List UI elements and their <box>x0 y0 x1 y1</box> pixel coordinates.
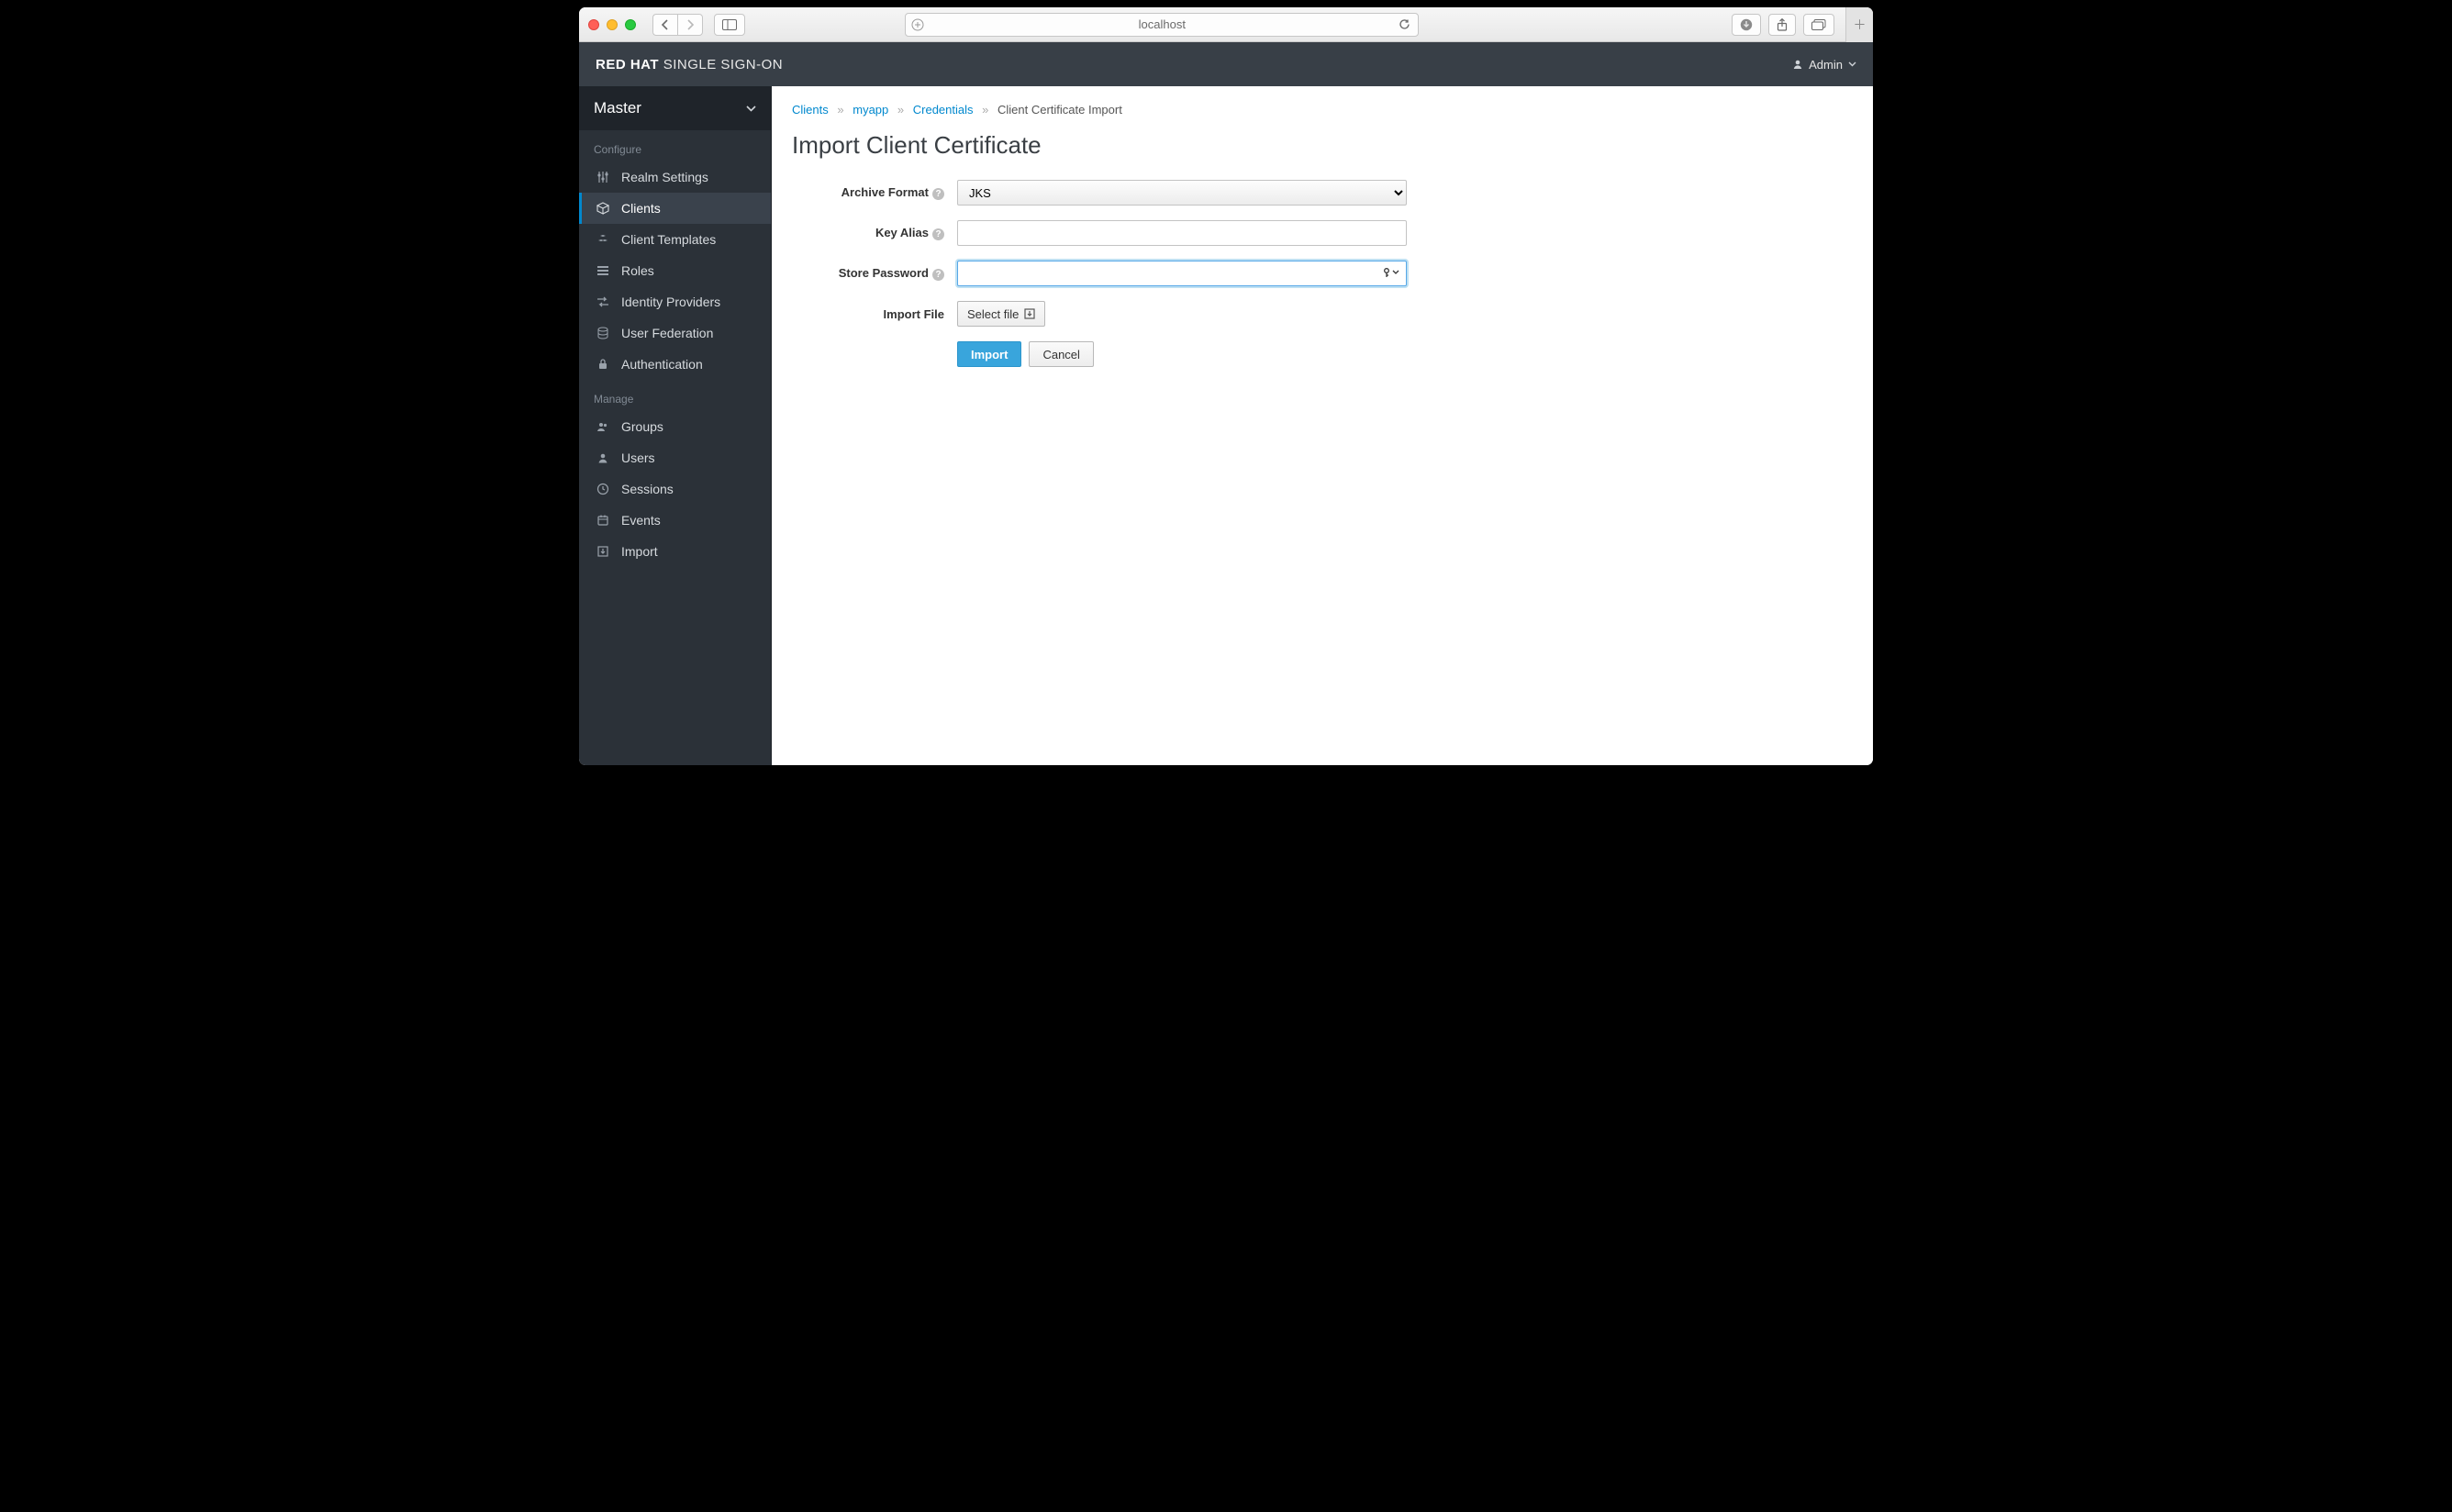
brand-rest: SINGLE SIGN-ON <box>659 57 783 72</box>
main-content: Clients » myapp » Credentials » Client C… <box>772 86 1873 765</box>
breadcrumb-link-credentials[interactable]: Credentials <box>913 103 974 117</box>
brand: RED HAT SINGLE SIGN-ON <box>596 57 783 72</box>
archive-format-select[interactable]: JKS <box>957 180 1407 206</box>
sidebar-item-label: User Federation <box>621 326 713 340</box>
page-title: Import Client Certificate <box>792 131 1853 160</box>
sidebar-item-realm-settings[interactable]: Realm Settings <box>579 161 771 193</box>
new-tab-button[interactable]: ＋ <box>1845 7 1873 42</box>
chevron-down-icon <box>1848 61 1856 67</box>
select-file-label: Select file <box>967 307 1019 321</box>
window-controls <box>588 19 636 30</box>
zoom-window-icon[interactable] <box>625 19 636 30</box>
breadcrumb-link-myapp[interactable]: myapp <box>853 103 888 117</box>
downloads-button[interactable] <box>1732 14 1761 36</box>
lock-icon <box>596 358 611 371</box>
label-import-file: Import File <box>792 307 957 321</box>
sidebar-item-label: Users <box>621 450 655 465</box>
sidebar-item-events[interactable]: Events <box>579 505 771 536</box>
breadcrumb-sep: » <box>982 103 988 117</box>
import-icon <box>596 545 611 558</box>
sidebar-item-label: Groups <box>621 419 663 434</box>
label-store-password: Store Password? <box>792 266 957 281</box>
realm-selector[interactable]: Master <box>579 86 771 130</box>
close-window-icon[interactable] <box>588 19 599 30</box>
sidebar-item-user-federation[interactable]: User Federation <box>579 317 771 349</box>
select-file-button[interactable]: Select file <box>957 301 1045 327</box>
sidebar-item-label: Clients <box>621 201 661 216</box>
sidebar-item-label: Import <box>621 544 658 559</box>
sidebar-item-users[interactable]: Users <box>579 442 771 473</box>
list-icon <box>596 264 611 277</box>
realm-name: Master <box>594 99 641 117</box>
sidebar-item-groups[interactable]: Groups <box>579 411 771 442</box>
chevron-down-icon <box>746 106 756 112</box>
sidebar-item-identity-providers[interactable]: Identity Providers <box>579 286 771 317</box>
sidebar-toggle-button[interactable] <box>714 14 745 36</box>
sidebar-item-client-templates[interactable]: Client Templates <box>579 224 771 255</box>
sidebar-item-label: Realm Settings <box>621 170 708 184</box>
sidebar-item-sessions[interactable]: Sessions <box>579 473 771 505</box>
sidebar-item-label: Roles <box>621 263 654 278</box>
breadcrumb-sep: » <box>897 103 904 117</box>
breadcrumb-current: Client Certificate Import <box>998 103 1122 117</box>
address-host: localhost <box>1139 17 1186 31</box>
browser-window: localhost ＋ RED HAT SINGL <box>579 7 1873 765</box>
sidebar-item-label: Authentication <box>621 357 703 372</box>
import-button[interactable]: Import <box>957 341 1021 367</box>
sidebar-item-clients[interactable]: Clients <box>579 193 771 224</box>
store-password-input[interactable] <box>957 261 1407 286</box>
brand-bold: RED HAT <box>596 57 659 72</box>
user-menu[interactable]: Admin <box>1792 58 1856 72</box>
reload-icon[interactable] <box>1399 18 1410 30</box>
forward-button[interactable] <box>677 14 703 36</box>
share-button[interactable] <box>1768 14 1796 36</box>
address-bar[interactable]: localhost <box>905 13 1419 37</box>
help-icon[interactable]: ? <box>932 188 944 200</box>
minimize-window-icon[interactable] <box>607 19 618 30</box>
clock-icon <box>596 483 611 495</box>
group-icon <box>596 420 611 433</box>
cube-icon <box>596 202 611 215</box>
reader-plus-icon <box>911 18 924 31</box>
user-name: Admin <box>1809 58 1843 72</box>
label-archive-format: Archive Format? <box>792 185 957 200</box>
breadcrumb-link-clients[interactable]: Clients <box>792 103 829 117</box>
sidebar-item-roles[interactable]: Roles <box>579 255 771 286</box>
breadcrumb-sep: » <box>837 103 843 117</box>
sidebar-item-import[interactable]: Import <box>579 536 771 567</box>
sidebar-item-authentication[interactable]: Authentication <box>579 349 771 380</box>
browser-toolbar: localhost ＋ <box>579 7 1873 42</box>
cancel-button[interactable]: Cancel <box>1029 341 1093 367</box>
sidebar-item-label: Identity Providers <box>621 295 720 309</box>
help-icon[interactable]: ? <box>932 269 944 281</box>
exchange-icon <box>596 295 611 308</box>
help-icon[interactable]: ? <box>932 228 944 240</box>
tabs-button[interactable] <box>1803 14 1834 36</box>
import-icon <box>1024 308 1035 319</box>
nav-back-forward <box>652 14 703 36</box>
user-icon <box>1792 59 1803 70</box>
user-icon <box>596 451 611 464</box>
app-header: RED HAT SINGLE SIGN-ON Admin <box>579 42 1873 86</box>
sliders-icon <box>596 171 611 183</box>
cubes-icon <box>596 233 611 246</box>
database-icon <box>596 327 611 339</box>
breadcrumb: Clients » myapp » Credentials » Client C… <box>792 103 1853 117</box>
sidebar-item-label: Client Templates <box>621 232 716 247</box>
sidebar-item-label: Sessions <box>621 482 674 496</box>
key-alias-input[interactable] <box>957 220 1407 246</box>
sidebar: Master Configure Realm Settings Clients <box>579 86 772 765</box>
label-key-alias: Key Alias? <box>792 226 957 240</box>
sidebar-item-label: Events <box>621 513 661 528</box>
section-manage: Manage <box>579 380 771 411</box>
calendar-icon <box>596 514 611 527</box>
back-button[interactable] <box>652 14 677 36</box>
section-configure: Configure <box>579 130 771 161</box>
